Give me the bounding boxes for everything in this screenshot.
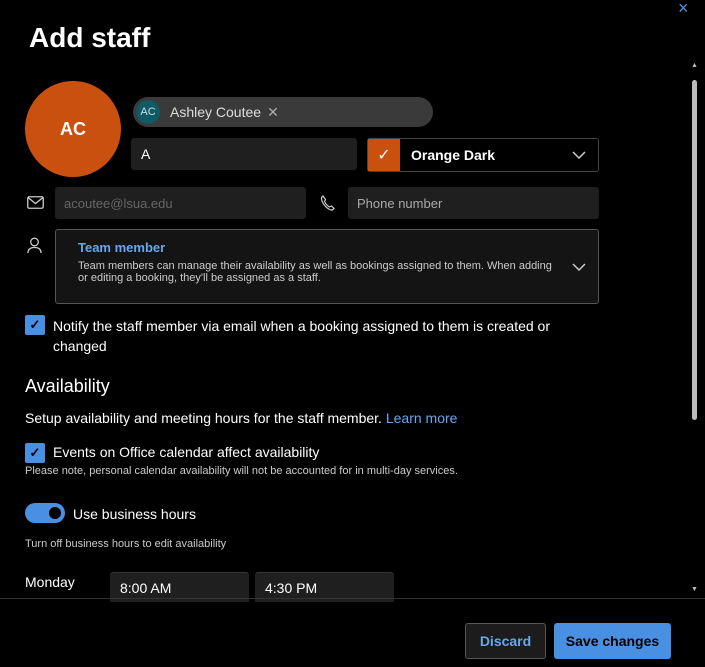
close-icon[interactable]: ×: [678, 0, 689, 19]
scrollbar-thumb[interactable]: [692, 80, 697, 420]
day-label: Monday: [25, 574, 75, 590]
discard-button[interactable]: Discard: [465, 623, 546, 659]
learn-more-link[interactable]: Learn more: [386, 410, 458, 426]
toggle-knob: [49, 507, 61, 519]
notify-checkbox[interactable]: ✓: [25, 315, 45, 335]
check-icon: ✓: [377, 147, 391, 164]
role-description: Team members can manage their availabili…: [78, 260, 552, 284]
notify-label: Notify the staff member via email when a…: [53, 318, 550, 354]
chevron-down-icon: [572, 262, 586, 271]
staff-name-pill[interactable]: AC Ashley Coutee ✕: [133, 97, 433, 127]
role-dropdown[interactable]: Team member Team members can manage thei…: [55, 229, 599, 304]
footer-divider: [0, 598, 705, 599]
save-button[interactable]: Save changes: [554, 623, 671, 659]
color-swatch: ✓: [368, 139, 400, 171]
mail-icon: [27, 196, 44, 209]
phone-field[interactable]: Phone number: [348, 187, 599, 219]
staff-name: Ashley Coutee: [170, 104, 262, 120]
email-field[interactable]: acoutee@lsua.edu: [55, 187, 306, 219]
scrollbar[interactable]: ▲ ▼: [688, 62, 700, 598]
availability-subtitle-text: Setup availability and meeting hours for…: [25, 410, 382, 426]
scroll-down-icon[interactable]: ▼: [691, 586, 698, 593]
remove-icon[interactable]: ✕: [267, 104, 279, 121]
business-hours-toggle[interactable]: [25, 503, 65, 523]
role-title: Team member: [78, 240, 166, 255]
check-icon: ✓: [29, 317, 41, 332]
business-hours-label: Use business hours: [73, 506, 196, 522]
avatar-initials: AC: [60, 118, 86, 139]
business-hours-note: Turn off business hours to edit availabi…: [25, 538, 227, 550]
availability-subtitle: Setup availability and meeting hours for…: [25, 410, 457, 426]
avatar: AC: [25, 81, 121, 177]
color-dropdown[interactable]: ✓ Orange Dark: [367, 138, 599, 172]
person-icon: [27, 237, 42, 254]
page-title: Add staff: [29, 22, 151, 53]
events-label: Events on Office calendar affect availab…: [53, 444, 320, 460]
scroll-up-icon[interactable]: ▲: [691, 62, 698, 69]
chevron-down-icon: [572, 151, 586, 159]
color-label: Orange Dark: [411, 147, 496, 163]
initials-field[interactable]: A: [131, 138, 357, 170]
check-icon: ✓: [29, 445, 41, 460]
events-checkbox[interactable]: ✓: [25, 443, 45, 463]
availability-heading: Availability: [25, 376, 110, 396]
events-note: Please note, personal calendar availabil…: [25, 465, 458, 477]
phone-icon: [320, 195, 335, 211]
pill-avatar: AC: [136, 100, 160, 124]
